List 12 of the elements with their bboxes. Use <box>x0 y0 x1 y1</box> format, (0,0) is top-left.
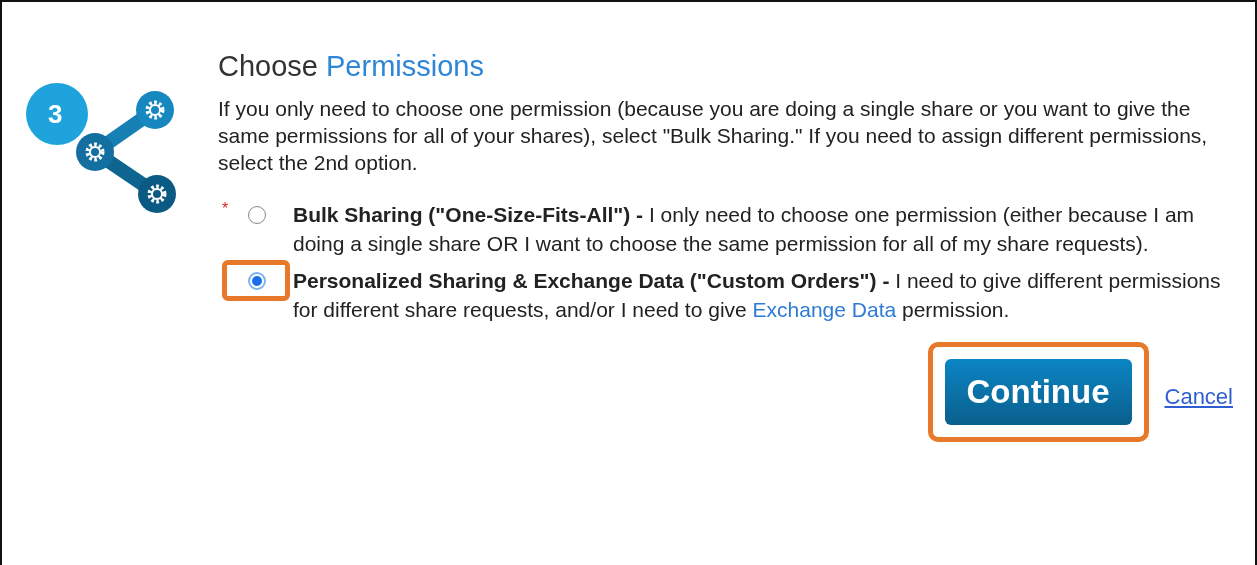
radio-button[interactable] <box>248 271 266 290</box>
option-text: Bulk Sharing ("One-Size-Fits-All") - I only need to choose one permission (either because I am doing a single share OR I want to choose the same permission for all of my share requests). <box>293 202 1196 257</box>
required-mark: * <box>222 199 229 219</box>
intro-text: If you only need to choose one permission (because you are doing a single share or you want to give the same permissions for all of your shares), select "Bulk Sharing." If you need to assign different permissions, select the 2nd option. <box>218 96 1208 176</box>
cancel-link[interactable]: Cancel <box>1164 384 1233 410</box>
exchange-data-link[interactable]: Exchange Data <box>752 298 897 321</box>
title-text: Choose <box>218 50 318 83</box>
step-number: 3 <box>48 99 63 129</box>
option-text: Personalized Sharing & Exchange Data ("Custom Orders") - I need to give different permissions for different share requests, and/or I need to give Exchange Data permission. <box>293 268 1222 323</box>
continue-button[interactable]: Continue <box>944 359 1132 425</box>
title-accent: Permissions <box>326 50 484 83</box>
radio-button[interactable] <box>248 205 266 224</box>
